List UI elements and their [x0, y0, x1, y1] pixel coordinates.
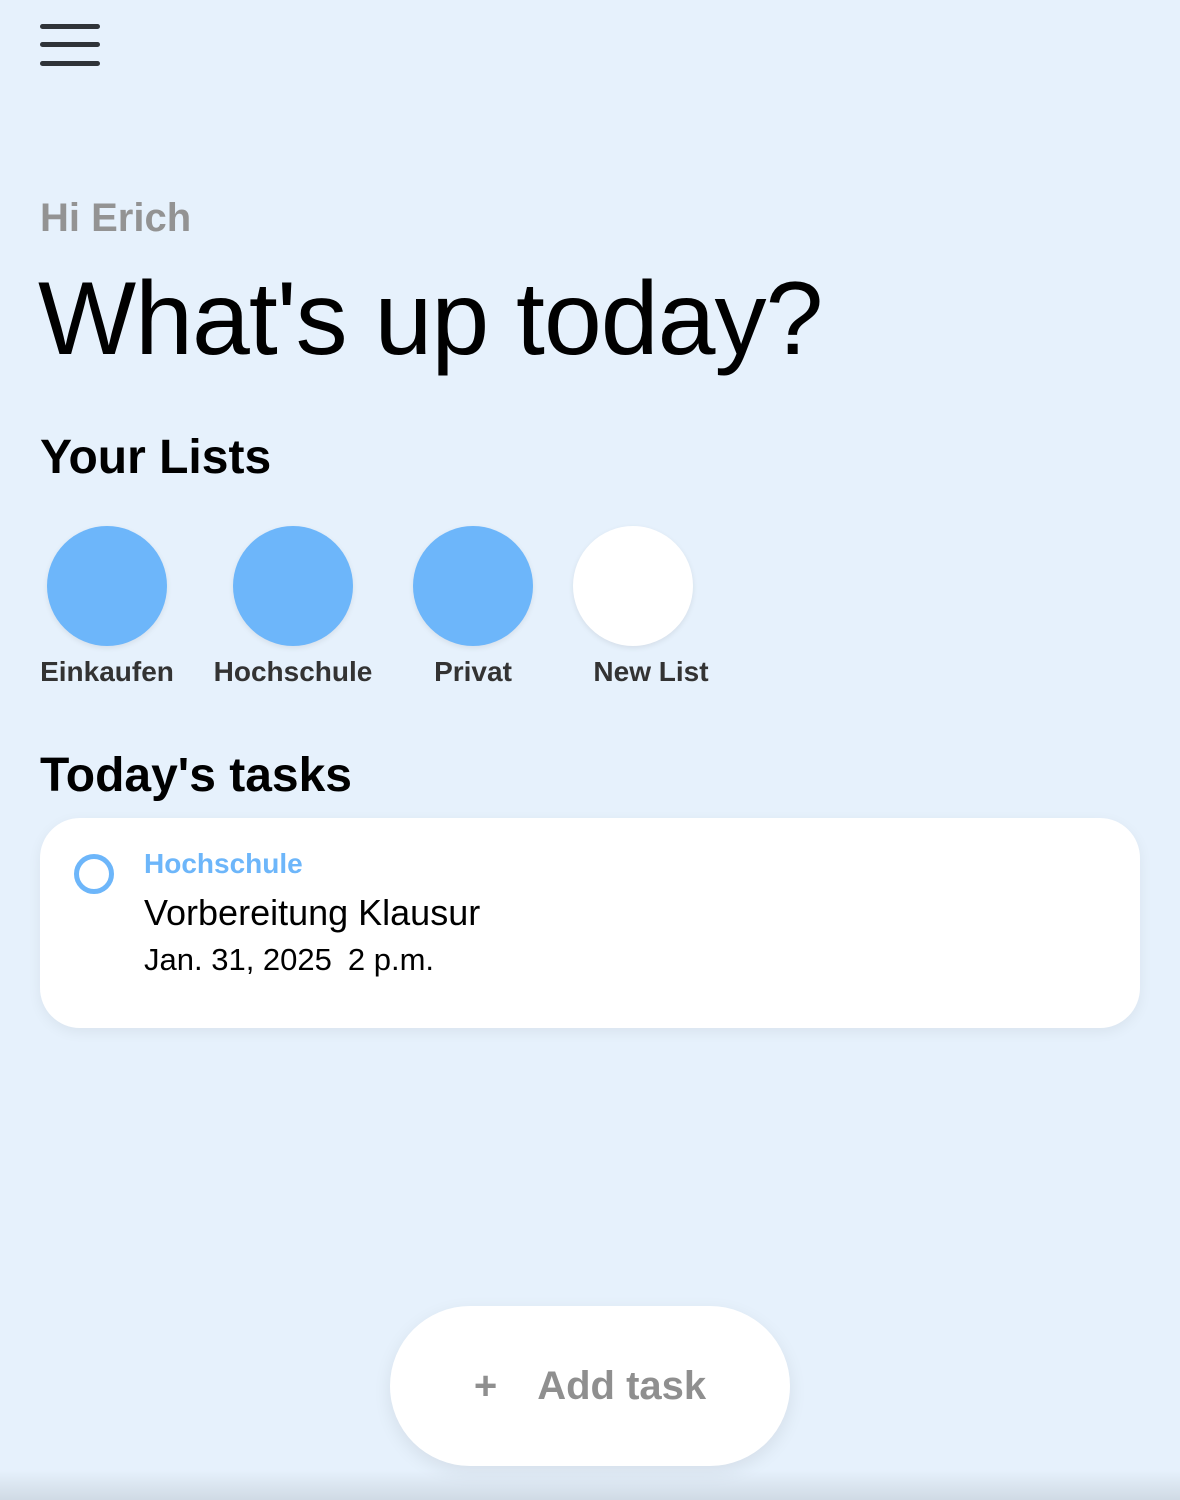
task-title: Vorbereitung Klausur — [144, 892, 481, 933]
task-checkbox[interactable] — [74, 854, 114, 894]
new-list-circle-icon — [573, 526, 693, 646]
greeting-text: Hi Erich — [40, 196, 192, 240]
lists-section-title: Your Lists — [40, 431, 272, 484]
list-label: Privat — [434, 656, 512, 687]
hamburger-menu-icon[interactable] — [40, 24, 100, 66]
list-item-new-list[interactable]: New List — [573, 526, 709, 688]
bottom-shadow — [0, 1470, 1180, 1500]
list-item-hochschule[interactable]: Hochschule — [214, 526, 372, 688]
list-label: Hochschule — [213, 656, 373, 687]
plus-icon: + — [473, 1364, 498, 1408]
add-task-button[interactable]: + Add task — [390, 1306, 790, 1466]
list-item-privat[interactable]: Privat — [413, 526, 533, 688]
task-list-name: Hochschule — [144, 848, 303, 879]
task-time: 2 p.m. — [347, 942, 435, 977]
list-circle-icon — [233, 526, 353, 646]
task-date: Jan. 31, 2025 — [144, 942, 332, 977]
menu-bar — [40, 61, 100, 66]
tasks-section-title: Today's tasks — [40, 749, 352, 802]
list-label: Einkaufen — [40, 656, 174, 687]
task-due: Jan. 31, 2025 2 p.m. — [144, 942, 434, 978]
list-item-einkaufen[interactable]: Einkaufen — [40, 526, 174, 688]
menu-bar — [40, 24, 100, 29]
add-task-label: Add task — [537, 1363, 707, 1408]
list-circle-icon — [413, 526, 533, 646]
list-circle-icon — [47, 526, 167, 646]
list-label: New List — [593, 656, 709, 687]
page-title: What's up today? — [38, 261, 823, 377]
task-card[interactable]: Hochschule Vorbereitung Klausur Jan. 31,… — [40, 818, 1140, 1028]
menu-bar — [40, 42, 100, 47]
